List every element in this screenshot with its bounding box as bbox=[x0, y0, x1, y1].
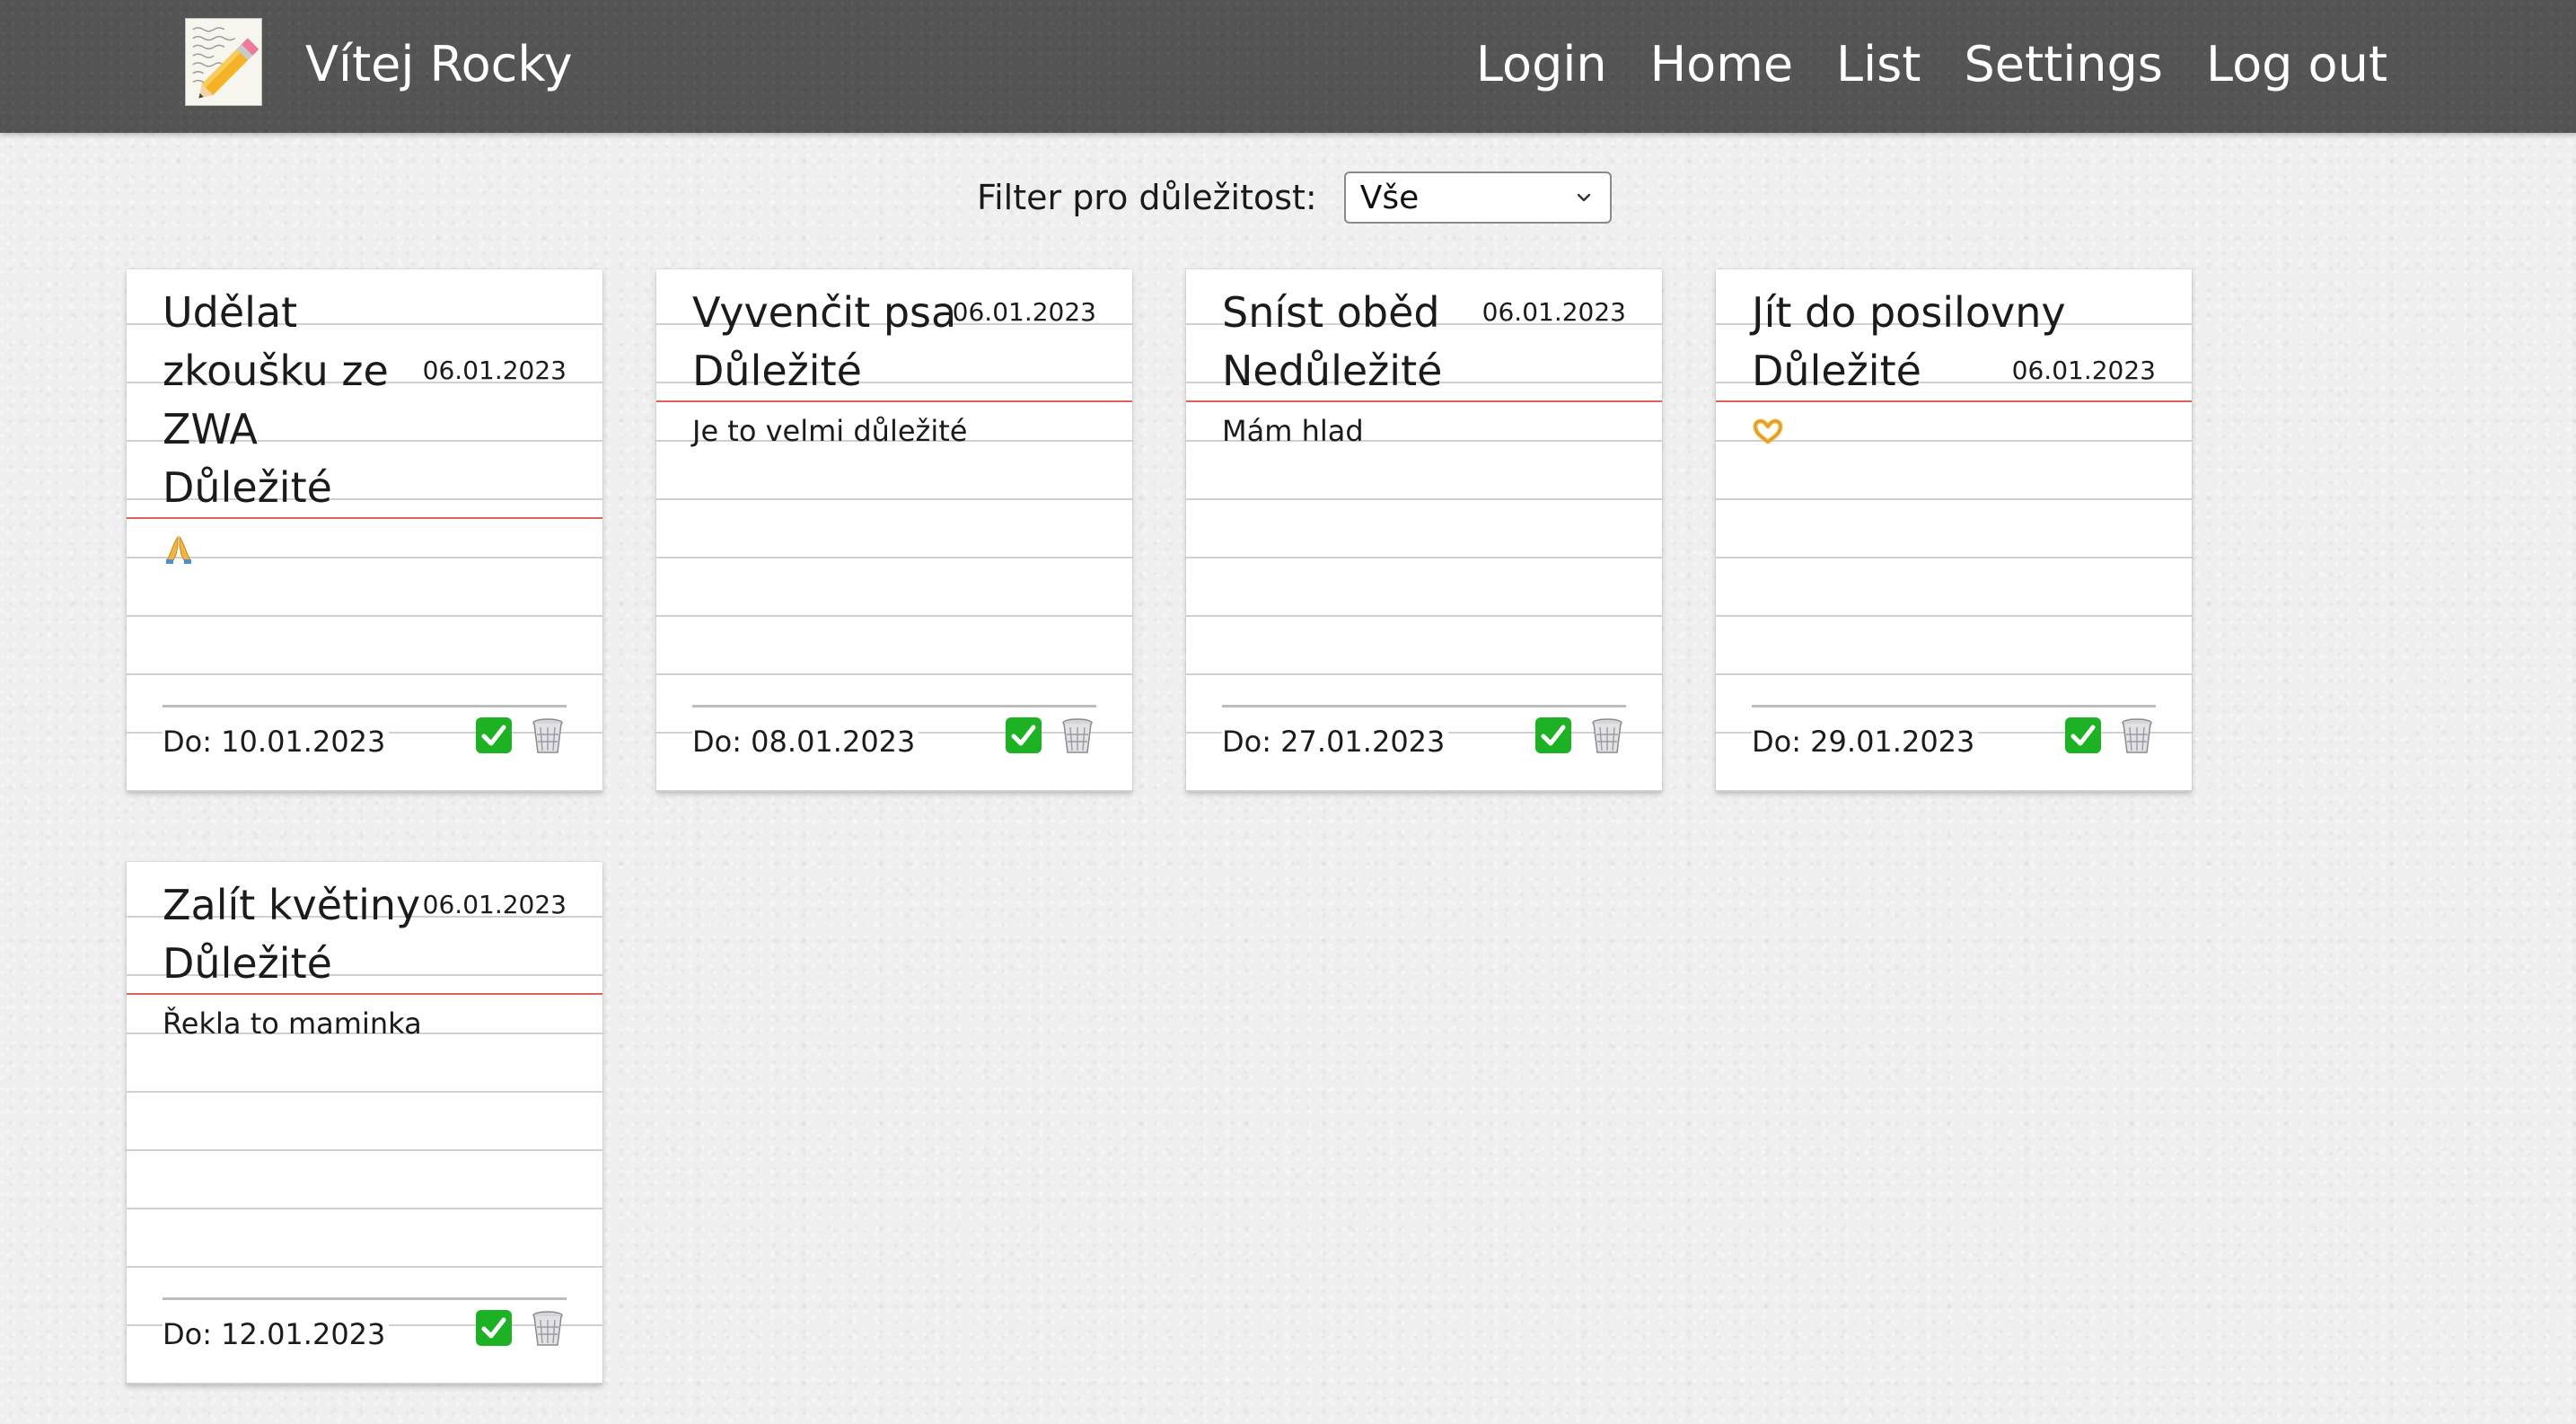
task-created-date: 06.01.2023 bbox=[1481, 297, 1626, 327]
task-card-header: Jít do posilovny 06.01.2023 Důležité bbox=[1716, 269, 2192, 402]
folded-hands-icon bbox=[166, 535, 191, 564]
task-card-header: Vyvenčit psa 06.01.2023 Důležité bbox=[656, 269, 1132, 402]
brand-title: Vítej Rocky bbox=[305, 36, 573, 92]
task-note: Řekla to maminka bbox=[163, 1006, 422, 1041]
task-note: Je to velmi důležité bbox=[692, 414, 968, 448]
task-card-header: Udělat zkoušku ze ZWA 06.01.2023 Důležit… bbox=[127, 269, 602, 519]
task-created-date: 06.01.2023 bbox=[952, 297, 1096, 327]
task-created-date: 06.01.2023 bbox=[2011, 356, 2156, 385]
task-priority: Nedůležité bbox=[1222, 347, 1443, 395]
task-card: Udělat zkoušku ze ZWA 06.01.2023 Důležit… bbox=[127, 269, 602, 792]
task-title: Jít do posilovny bbox=[1752, 288, 2066, 337]
heart-hands-icon bbox=[1753, 418, 1783, 444]
task-priority: Důležité bbox=[692, 347, 862, 395]
memo-pencil-icon[interactable] bbox=[185, 18, 262, 106]
task-footer: Do: 29.01.2023 bbox=[1752, 705, 2156, 765]
task-actions bbox=[2064, 716, 2156, 754]
task-due-date: Do: 29.01.2023 bbox=[1752, 724, 1979, 760]
task-card-header: Zalít květiny 06.01.2023 Důležité bbox=[127, 862, 602, 995]
check-icon[interactable] bbox=[475, 1309, 513, 1347]
check-icon[interactable] bbox=[475, 716, 513, 754]
task-footer: Do: 10.01.2023 bbox=[163, 705, 567, 765]
task-due-date: Do: 10.01.2023 bbox=[163, 724, 390, 760]
priority-select[interactable]: Vše bbox=[1343, 171, 1612, 224]
priority-filter: Filter pro důležitost: Vše bbox=[977, 171, 1612, 224]
task-note bbox=[1716, 402, 2192, 451]
task-actions bbox=[475, 716, 567, 754]
task-priority: Důležité bbox=[163, 939, 332, 988]
nav-home-link[interactable]: Home bbox=[1650, 32, 1793, 97]
task-card-header: Sníst oběd 06.01.2023 Nedůležité bbox=[1186, 269, 1662, 402]
nav-settings-link[interactable]: Settings bbox=[1964, 32, 2162, 97]
trash-icon[interactable] bbox=[1588, 716, 1626, 754]
task-card: Sníst oběd 06.01.2023 Nedůležité Mám hla… bbox=[1186, 269, 1662, 792]
trash-icon[interactable] bbox=[1059, 716, 1096, 754]
priority-select-value: Vše bbox=[1359, 179, 1420, 216]
check-icon[interactable] bbox=[1534, 716, 1572, 754]
trash-icon[interactable] bbox=[529, 716, 567, 754]
task-due-date: Do: 27.01.2023 bbox=[1222, 724, 1449, 760]
nav-links: Login Home List Settings Log out bbox=[1476, 32, 2387, 97]
check-icon[interactable] bbox=[1005, 716, 1042, 754]
filter-label: Filter pro důležitost: bbox=[977, 178, 1317, 217]
task-actions bbox=[1005, 716, 1096, 754]
task-created-date: 06.01.2023 bbox=[422, 356, 567, 385]
task-priority: Důležité bbox=[163, 463, 332, 512]
task-card: Vyvenčit psa 06.01.2023 Důležité Je to v… bbox=[656, 269, 1132, 792]
nav-logout-link[interactable]: Log out bbox=[2206, 32, 2387, 97]
task-due-date: Do: 12.01.2023 bbox=[163, 1316, 390, 1352]
task-footer: Do: 12.01.2023 bbox=[163, 1297, 567, 1358]
check-icon[interactable] bbox=[2064, 716, 2102, 754]
trash-icon[interactable] bbox=[529, 1309, 567, 1347]
task-actions bbox=[475, 1309, 567, 1347]
trash-icon[interactable] bbox=[2118, 716, 2156, 754]
task-card: Jít do posilovny 06.01.2023 Důležité Do:… bbox=[1716, 269, 2192, 792]
task-actions bbox=[1534, 716, 1626, 754]
task-created-date: 06.01.2023 bbox=[422, 890, 567, 919]
navbar: Vítej Rocky Login Home List Settings Log… bbox=[0, 0, 2576, 133]
chevron-down-icon bbox=[1577, 193, 1590, 202]
task-due-date: Do: 08.01.2023 bbox=[692, 724, 919, 760]
nav-list-link[interactable]: List bbox=[1836, 32, 1921, 97]
task-card: Zalít květiny 06.01.2023 Důležité Řekla … bbox=[127, 862, 602, 1384]
nav-login-link[interactable]: Login bbox=[1476, 32, 1607, 97]
task-footer: Do: 08.01.2023 bbox=[692, 705, 1096, 765]
task-note bbox=[127, 519, 602, 567]
task-note: Mám hlad bbox=[1222, 414, 1364, 448]
task-footer: Do: 27.01.2023 bbox=[1222, 705, 1626, 765]
